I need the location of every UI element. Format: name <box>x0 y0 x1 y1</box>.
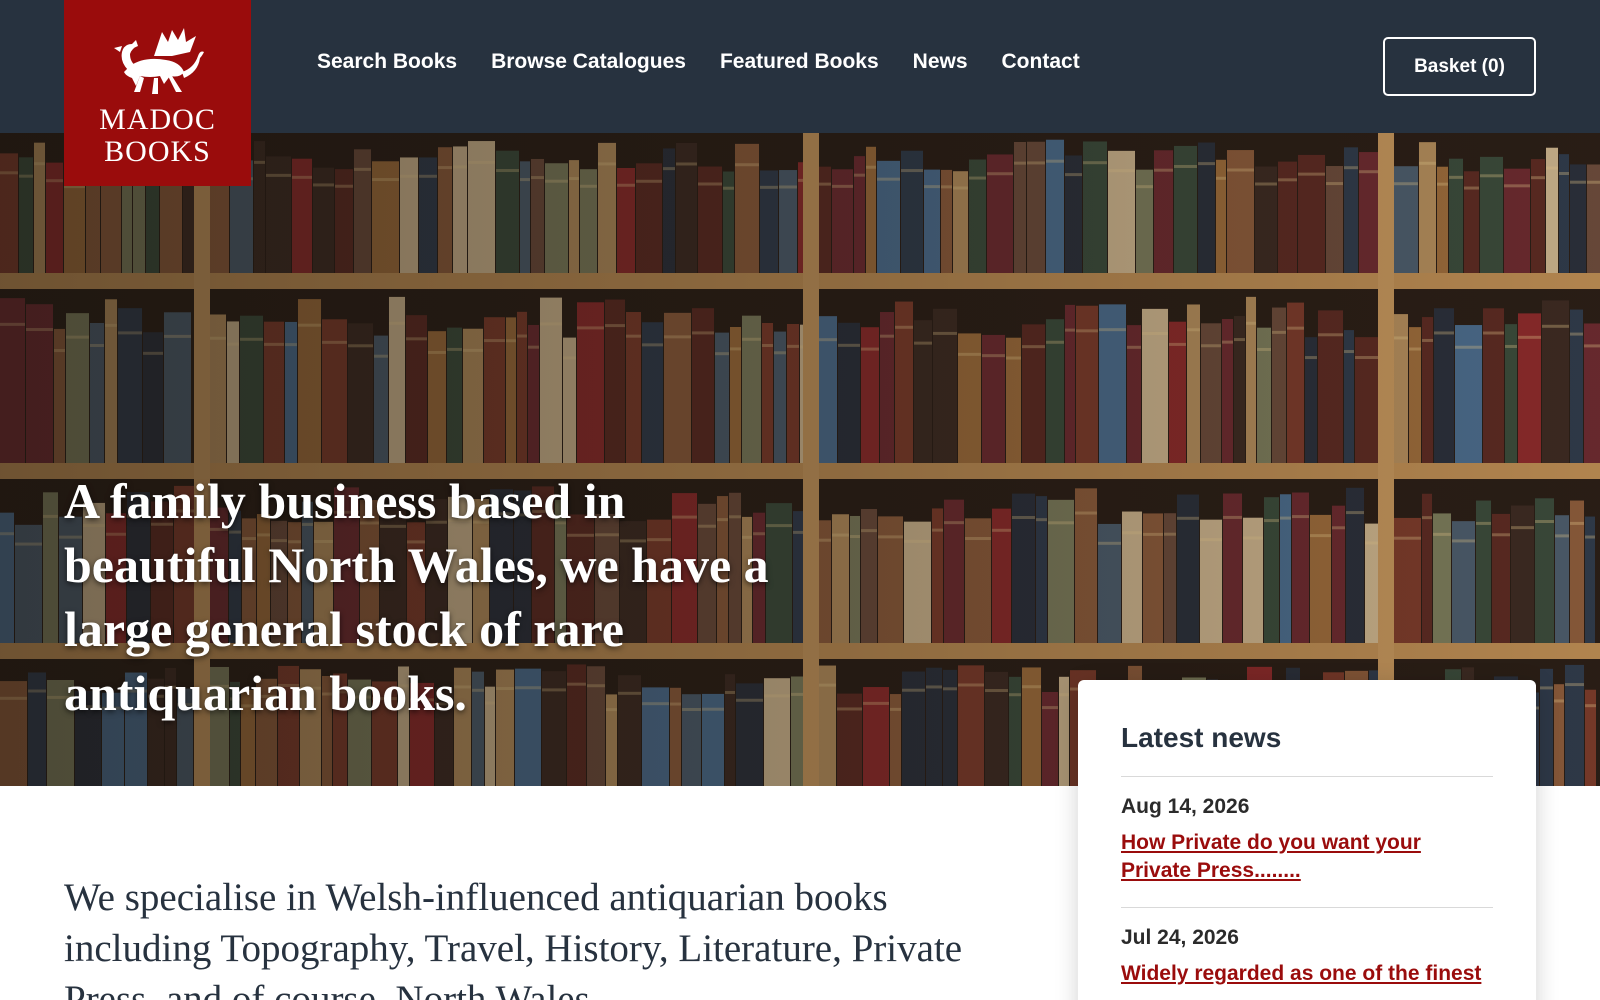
news-item: Jul 24, 2026 Widely regarded as one of t… <box>1121 908 1493 1000</box>
news-item: Aug 14, 2026 How Private do you want you… <box>1121 777 1493 908</box>
nav-news[interactable]: News <box>913 50 968 74</box>
nav-contact[interactable]: Contact <box>1002 50 1080 74</box>
hero-headline: A family business based in beautiful Nor… <box>64 473 769 721</box>
news-link[interactable]: Widely regarded as one of the finest <box>1121 960 1493 988</box>
basket-button[interactable]: Basket (0) <box>1383 37 1536 96</box>
welsh-dragon-icon <box>114 28 204 94</box>
news-link[interactable]: How Private do you want your Private Pre… <box>1121 829 1493 885</box>
latest-news-title: Latest news <box>1121 722 1493 777</box>
nav-search-books[interactable]: Search Books <box>317 50 457 74</box>
nav-browse-catalogues[interactable]: Browse Catalogues <box>491 50 686 74</box>
intro-text: We specialise in Welsh-influenced antiqu… <box>64 876 963 1000</box>
site-logo[interactable]: MADOC BOOKS <box>64 0 251 186</box>
latest-news-card: Latest news Aug 14, 2026 How Private do … <box>1078 680 1536 1000</box>
logo-text: MADOC BOOKS <box>99 103 216 168</box>
news-date: Aug 14, 2026 <box>1121 795 1250 818</box>
main-nav: Search Books Browse Catalogues Featured … <box>317 50 1080 74</box>
news-date: Jul 24, 2026 <box>1121 926 1239 949</box>
nav-featured-books[interactable]: Featured Books <box>720 50 879 74</box>
